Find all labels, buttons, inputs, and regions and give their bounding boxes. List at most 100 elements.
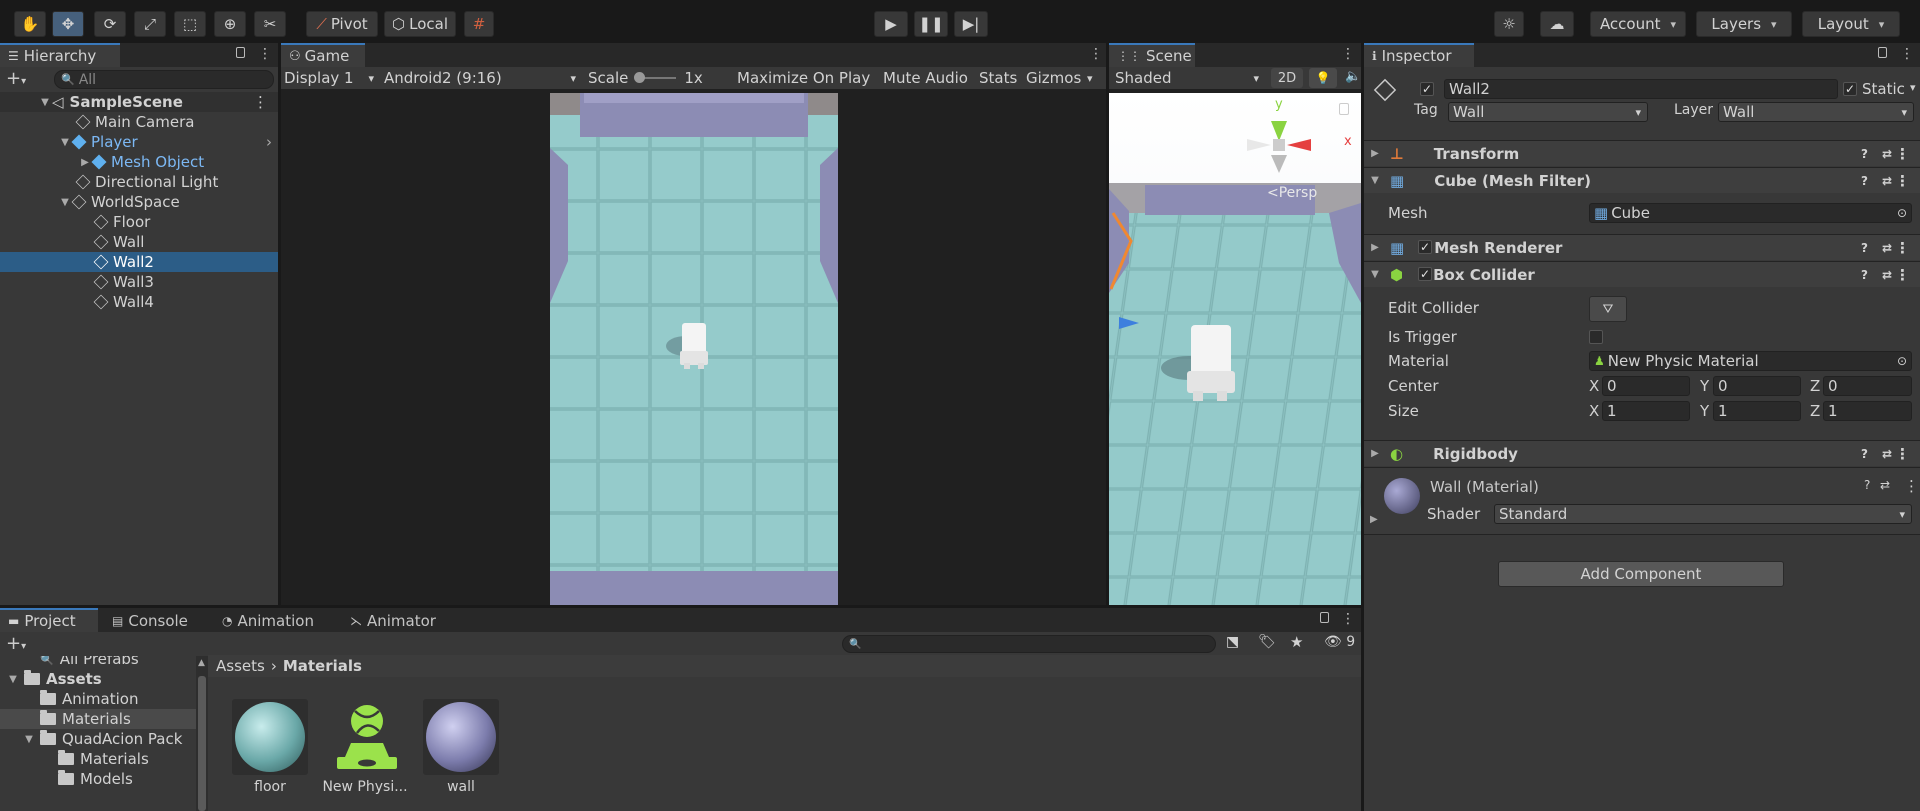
tab-console[interactable]: ▤ Console (104, 608, 204, 632)
orientation-gizmo[interactable] (1229, 99, 1329, 189)
tab-inspector[interactable]: ℹ Inspector (1364, 43, 1474, 67)
rotate-tool-button[interactable]: ⟳ (94, 11, 126, 37)
tab-animator[interactable]: ⋋ Animator (342, 608, 452, 632)
presets-icon[interactable]: ⇄ (1882, 241, 1892, 255)
transform-component-header[interactable]: ▶ ⊥ Transform ? ⇄ ⋮ (1364, 140, 1920, 166)
expand-arrow-icon[interactable]: ▼ (58, 137, 72, 148)
gizmos-dropdown-arrow[interactable]: ▾ (1087, 67, 1093, 89)
component-menu-icon[interactable]: ⋮ (1895, 445, 1910, 463)
local-toggle[interactable]: ⬡ Local (384, 11, 456, 37)
cloud-button[interactable]: ☁ (1540, 11, 1574, 37)
lock-icon[interactable] (1320, 612, 1329, 623)
tree-item[interactable]: ▼ QuadAcion Pack (22, 729, 182, 749)
kebab-menu-icon[interactable]: ⋮ (1089, 46, 1103, 62)
scale-tool-button[interactable]: ⤢ (134, 11, 166, 37)
hierarchy-item[interactable]: Wall3 (0, 272, 278, 292)
breadcrumb-current[interactable]: Materials (283, 657, 362, 675)
hierarchy-item[interactable]: Directional Light (0, 172, 278, 192)
asset-wall-thumbnail[interactable] (423, 699, 499, 775)
scene-viewport[interactable]: y x <Persp (1109, 93, 1361, 605)
asset-floor-thumbnail[interactable] (232, 699, 308, 775)
help-icon[interactable]: ? (1861, 147, 1868, 161)
component-menu-icon[interactable]: ⋮ (1895, 239, 1910, 257)
hierarchy-item[interactable]: Wall (0, 232, 278, 252)
help-icon[interactable]: ? (1861, 174, 1868, 188)
lighting-toggle[interactable]: 💡 (1309, 68, 1337, 88)
tree-item[interactable]: Animation (40, 689, 138, 709)
layers-dropdown[interactable]: Layers (1696, 11, 1792, 37)
static-dropdown-arrow[interactable]: ▾ (1910, 81, 1916, 94)
material-foldout-arrow[interactable]: ▶ (1370, 514, 1378, 525)
scene-row[interactable]: ▼ ◁ SampleScene ⋮ (0, 92, 278, 112)
pivot-toggle[interactable]: ⟋ Pivot (306, 11, 378, 37)
favorite-star-icon[interactable]: ★ (1290, 633, 1303, 651)
add-component-button[interactable]: Add Component (1498, 561, 1784, 587)
play-button[interactable]: ▶ (874, 11, 908, 37)
help-icon[interactable]: ? (1861, 241, 1868, 255)
enabled-checkbox[interactable]: ✓ (1418, 267, 1432, 281)
lock-icon[interactable] (1878, 47, 1887, 58)
is-trigger-checkbox[interactable] (1589, 330, 1603, 344)
center-y-field[interactable]: 0 (1713, 376, 1801, 396)
object-picker-icon[interactable]: ⊙ (1897, 354, 1907, 368)
layout-dropdown[interactable]: Layout (1802, 11, 1900, 37)
hierarchy-item[interactable]: Main Camera (0, 112, 278, 132)
hierarchy-item[interactable]: ▼ WorldSpace (0, 192, 278, 212)
presets-icon[interactable]: ⇄ (1882, 147, 1892, 161)
kebab-menu-icon[interactable]: ⋮ (1900, 46, 1914, 62)
lock-icon[interactable] (236, 47, 245, 58)
step-button[interactable]: ▶| (954, 11, 988, 37)
center-x-field[interactable]: 0 (1602, 376, 1690, 396)
collapse-arrow-icon[interactable]: ▶ (78, 157, 92, 168)
size-z-field[interactable]: 1 (1823, 401, 1912, 421)
kebab-menu-icon[interactable]: ⋮ (258, 46, 272, 62)
presets-icon[interactable]: ⇄ (1882, 174, 1892, 188)
tab-project[interactable]: ▬ Project (0, 608, 98, 632)
asset-physic-material-thumbnail[interactable] (327, 699, 403, 775)
transform-tool-button[interactable]: ⊕ (214, 11, 246, 37)
kebab-menu-icon[interactable]: ⋮ (1341, 611, 1355, 627)
hidden-packages-button[interactable]: 👁 9 (1324, 634, 1355, 650)
tree-item[interactable]: Materials (58, 749, 149, 769)
search-by-type-icon[interactable]: ⬔ (1226, 634, 1239, 650)
presets-icon[interactable]: ⇄ (1882, 268, 1892, 282)
gizmo-lock-icon[interactable] (1339, 103, 1349, 115)
expand-arrow-icon[interactable]: ▼ (38, 97, 52, 108)
center-z-field[interactable]: 0 (1823, 376, 1912, 396)
chevron-right-icon[interactable]: › (266, 133, 272, 151)
hierarchy-item[interactable]: Wall4 (0, 292, 278, 312)
gizmos-button[interactable]: Gizmos (1026, 67, 1081, 89)
scale-slider[interactable] (634, 72, 677, 83)
physic-material-field[interactable]: ♟ New Physic Material ⊙ (1589, 351, 1912, 371)
layer-dropdown[interactable]: Wall ▾ (1718, 102, 1914, 122)
kebab-menu-icon[interactable]: ⋮ (1341, 46, 1355, 62)
project-search-field[interactable]: 🔍 (842, 635, 1216, 653)
size-y-field[interactable]: 1 (1713, 401, 1801, 421)
label-tag-icon[interactable]: 🏷 (1258, 634, 1276, 650)
object-name-field[interactable]: Wall2 (1444, 79, 1838, 99)
presets-icon[interactable]: ⇄ (1882, 447, 1892, 461)
object-picker-icon[interactable]: ⊙ (1897, 206, 1907, 220)
component-menu-icon[interactable]: ⋮ (1895, 266, 1910, 284)
mesh-object-field[interactable]: ▦ Cube ⊙ (1589, 203, 1912, 223)
hand-tool-button[interactable]: ✋ (14, 11, 46, 37)
tab-game[interactable]: ⚇ Game (281, 43, 365, 67)
help-icon[interactable]: ? (1861, 447, 1868, 461)
help-icon[interactable]: ? (1861, 268, 1868, 282)
scale-slider-handle[interactable] (634, 72, 646, 83)
mesh-filter-component-header[interactable]: ▼ ▦ Cube (Mesh Filter) ? ⇄ ⋮ (1364, 167, 1920, 193)
size-x-field[interactable]: 1 (1602, 401, 1690, 421)
tree-item-all-prefabs[interactable]: 🔍 All Prefabs (40, 656, 139, 669)
help-icon[interactable]: ? (1864, 478, 1870, 492)
display-dropdown[interactable]: Display 1 ▾ (284, 67, 378, 89)
grid-snap-button[interactable]: # (464, 11, 494, 37)
shading-mode-dropdown[interactable]: Shaded ▾ (1115, 67, 1263, 89)
services-button[interactable]: ☼ (1494, 11, 1524, 37)
active-checkbox[interactable]: ✓ (1420, 82, 1434, 96)
custom-tool-button[interactable]: ✂ (254, 11, 286, 37)
presets-icon[interactable]: ⇄ (1880, 478, 1890, 492)
edit-collider-button[interactable]: ⛛ (1589, 296, 1627, 322)
maximize-on-play-button[interactable]: Maximize On Play (737, 67, 870, 89)
tab-hierarchy[interactable]: ☰ Hierarchy (0, 43, 120, 67)
tab-animation[interactable]: ◔ Animation (214, 608, 324, 632)
